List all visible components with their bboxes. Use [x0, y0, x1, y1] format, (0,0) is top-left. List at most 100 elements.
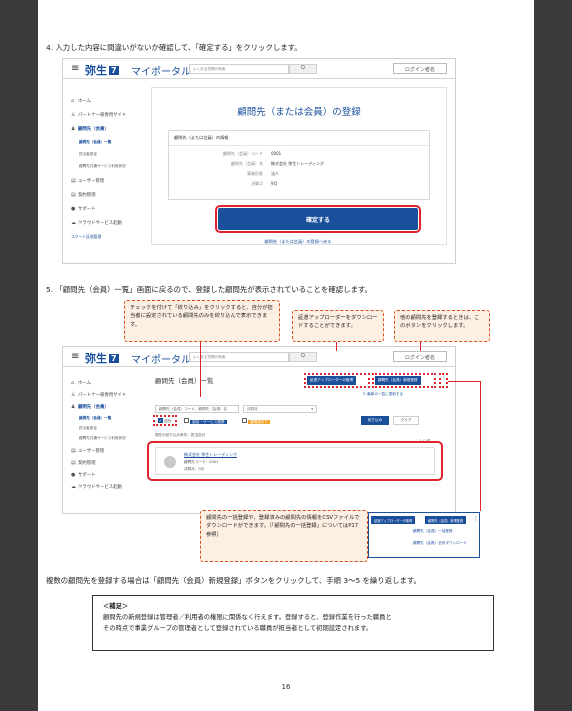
sidebar-item-clients[interactable]: ♟ 顧問先（会員） — [71, 404, 109, 410]
connector-line — [448, 381, 480, 382]
callout-register: 他の顧問先を登録するときは、このボタンをクリックします。 — [394, 310, 490, 342]
menu-icon[interactable]: ≡ — [71, 63, 79, 74]
sidebar-item-smart[interactable]: スマート証憑管理 — [71, 234, 101, 240]
sidebar-item-cloud[interactable]: ☁ クラウドサービス起動 — [71, 220, 122, 226]
products-checkbox[interactable]: 製品・サービス連携 — [181, 417, 230, 424]
bulk-download-item[interactable]: 顧問先（会員）全件ダウンロード — [413, 541, 467, 546]
yayoi-logo: 弥生 7 — [85, 64, 119, 77]
new-client-button[interactable]: 顧問先（会員）新規登録 — [425, 516, 467, 524]
page-title: 顧問先（会員）一覧 — [155, 377, 214, 385]
bulk-register-item[interactable]: 顧問先（会員）一括登録 — [413, 529, 453, 534]
document-icon: ▤ — [71, 448, 76, 454]
login-button[interactable]: ログイン者名 — [393, 351, 447, 362]
confirm-button[interactable]: 確定する — [218, 208, 418, 230]
register-title: 顧問先（または会員）の登録 — [237, 107, 361, 118]
sidebar-item-staff[interactable]: 担当者設定 — [79, 152, 97, 157]
help-icon: ● — [71, 206, 76, 212]
connector-line — [420, 342, 421, 351]
group-icon: ♟ — [71, 404, 76, 410]
checkbox-icon — [184, 418, 189, 423]
document-icon: ▤ — [71, 460, 76, 466]
sidebar-item-contract[interactable]: ▤ 契約管理 — [71, 192, 96, 198]
callout-bulk: 顧問先の一括登録や、登録済みの顧問先の情報をCSVファイルでダウンロードができま… — [200, 510, 368, 562]
home-icon: ⌂ — [71, 380, 75, 386]
avatar — [164, 456, 176, 468]
connector-line — [200, 342, 201, 397]
person-icon: ♙ — [71, 392, 76, 398]
callout-filter: チェックを付けて「絞り込み」をクリックすると、自分が担当者に設定されている顧問先… — [124, 300, 280, 342]
search-input[interactable]: よくある質問の検索 — [189, 352, 289, 362]
client-name-link[interactable]: 株式会社 弥生トレーディング — [184, 452, 237, 458]
sidebar-item-users[interactable]: ▤ ユーザー管理 — [71, 448, 104, 454]
sidebar-item-client-list[interactable]: 顧問先（会員）一覧 — [79, 140, 111, 145]
screenshot-list: ≡ 弥生 7 マイポータル よくある質問の検索 Q ログイン者名 ⌂ ホーム ♙ パー… — [62, 346, 456, 514]
page-number: 16 — [281, 683, 291, 691]
highlight-ring — [153, 415, 177, 426]
highlight-ring — [372, 373, 436, 388]
cloud-icon: ☁ — [71, 484, 76, 490]
supplement-line: その時点で事業グループの管理者として登録されている職員が担当者として初期設定され… — [103, 625, 373, 632]
info-row: 顧問先（会員）名 株式会社 弥生トレーディング — [231, 161, 324, 166]
app-header: ≡ 弥生 7 マイポータル よくある質問の検索 Q ログイン者名 — [63, 59, 455, 79]
connector-line — [336, 342, 337, 351]
sidebar-item-contract[interactable]: ▤ 契約管理 — [71, 460, 96, 466]
chevron-down-icon: ▾ — [311, 407, 313, 411]
sidebar-item-cloud[interactable]: ☁ クラウドサービス起動 — [71, 484, 122, 490]
clear-button[interactable]: クリア — [393, 416, 419, 425]
connector-line — [480, 381, 481, 511]
sidebar-item-clients[interactable]: ♟ 顧問先（会員） — [71, 126, 109, 132]
portal-title: マイポータル — [131, 355, 191, 366]
menu-inset: 証憑アップローダーの取得 顧問先（会員）新規登録 ⋮ 顧問先（会員）一括登録 顧… — [368, 512, 480, 558]
sidebar-item-partner[interactable]: ♙ パートナー様専用サイト — [71, 112, 126, 118]
info-row: 決算月 9月 — [251, 181, 278, 186]
more-menu-icon[interactable]: ⋮ — [473, 516, 479, 523]
home-icon: ⌂ — [71, 98, 75, 104]
filter-input[interactable]: 顧問先（会員）コード、顧問先（会員）名 — [155, 405, 239, 413]
more-menu-icon[interactable]: ⋮ — [441, 375, 447, 382]
sidebar: ⌂ ホーム ♙ パートナー様専用サイト ♟ 顧問先（会員） 顧問先（会員）一覧 担当者… — [63, 80, 141, 263]
refresh-link[interactable]: ↻ 最新の一覧に更新する — [363, 392, 403, 397]
supplement-heading: ＜補足＞ — [103, 603, 129, 610]
login-button[interactable]: ログイン者名 — [393, 63, 447, 74]
uploader-button[interactable]: 証憑アップローダーの取得 — [371, 516, 416, 524]
info-box: 顧問先（または会員）の情報 顧問先（会員）コード 0001 顧問先（会員）名 株式会… — [168, 130, 430, 200]
search-icon[interactable]: Q — [289, 352, 317, 362]
sidebar: ⌂ ホーム ♙ パートナー様専用サイト ♟ 顧問先（会員） 顧問先（会員）一覧 担当者… — [63, 368, 141, 513]
client-month: 決算月：9月 — [184, 467, 205, 471]
sidebar-item-usage[interactable]: 顧問先共通サービス利用状況 — [79, 436, 126, 441]
sidebar-item-support[interactable]: ● サポート — [71, 472, 96, 478]
supplement-line: 顧問先の新規登録は管理者／利用者の権限に関係なく行えます。登録すると、登録作業を… — [103, 614, 392, 621]
sidebar-item-staff[interactable]: 担当者設定 — [79, 426, 97, 431]
sidebar-item-usage[interactable]: 顧問先共通サービス利用状況 — [79, 164, 126, 169]
step-4-text: 4. 入力した内容に間違いがないか確認して、「確定する」をクリックします。 — [46, 43, 302, 52]
sidebar-item-client-list[interactable]: 顧問先（会員）一覧 — [79, 416, 111, 421]
sidebar-item-home[interactable]: ⌂ ホーム — [71, 98, 91, 104]
info-heading: 顧問先（または会員）の情報 — [169, 131, 429, 146]
sidebar-item-support[interactable]: ● サポート — [71, 206, 96, 212]
cloud-icon: ☁ — [71, 220, 76, 226]
menu-icon[interactable]: ≡ — [71, 351, 79, 362]
client-card[interactable]: 株式会社 弥生トレーディング 顧問先コード：0001 決算月：9月 — [155, 447, 435, 475]
filter-condition: 現在の絞り込み条件：担当自分 — [155, 433, 206, 437]
client-code: 顧問先コード：0001 — [184, 460, 219, 464]
alert-checkbox[interactable]: 要確認あり — [239, 417, 273, 424]
sidebar-item-home[interactable]: ⌂ ホーム — [71, 380, 91, 386]
step-5-text: 5. 「顧問先（会員）一覧」画面に戻るので、登録した顧問先が表示されていることを… — [46, 285, 372, 294]
highlight-ring — [304, 373, 370, 388]
search-input[interactable]: よくある質問の検索 — [189, 64, 289, 74]
group-icon: ♟ — [71, 126, 76, 132]
info-row: 事業形態 法人 — [247, 171, 279, 176]
sidebar-item-partner[interactable]: ♙ パートナー様専用サイト — [71, 392, 126, 398]
sidebar-item-users[interactable]: ▤ ユーザー管理 — [71, 178, 104, 184]
document-icon: ▤ — [71, 178, 76, 184]
filter-button[interactable]: 絞り込み — [361, 416, 389, 425]
checkbox-icon — [242, 418, 247, 423]
search-icon[interactable]: Q — [289, 64, 317, 74]
callout-uploader: 証憑アップローダーをダウンロードすることができます。 — [292, 310, 384, 342]
person-icon: ♙ — [71, 112, 76, 118]
supplement-box: ＜補足＞ 顧問先の新規登録は管理者／利用者の権限に関係なく行えます。登録すると、… — [92, 595, 494, 651]
back-link[interactable]: 顧問先（または会員）の登録へ戻る — [151, 239, 445, 245]
screenshot-register: ≡ 弥生 7 マイポータル よくある質問の検索 Q ログイン者名 ⌂ ホーム ♙ パー… — [62, 58, 456, 264]
help-icon: ● — [71, 472, 76, 478]
month-select[interactable]: 決算月 ▾ — [243, 405, 317, 413]
